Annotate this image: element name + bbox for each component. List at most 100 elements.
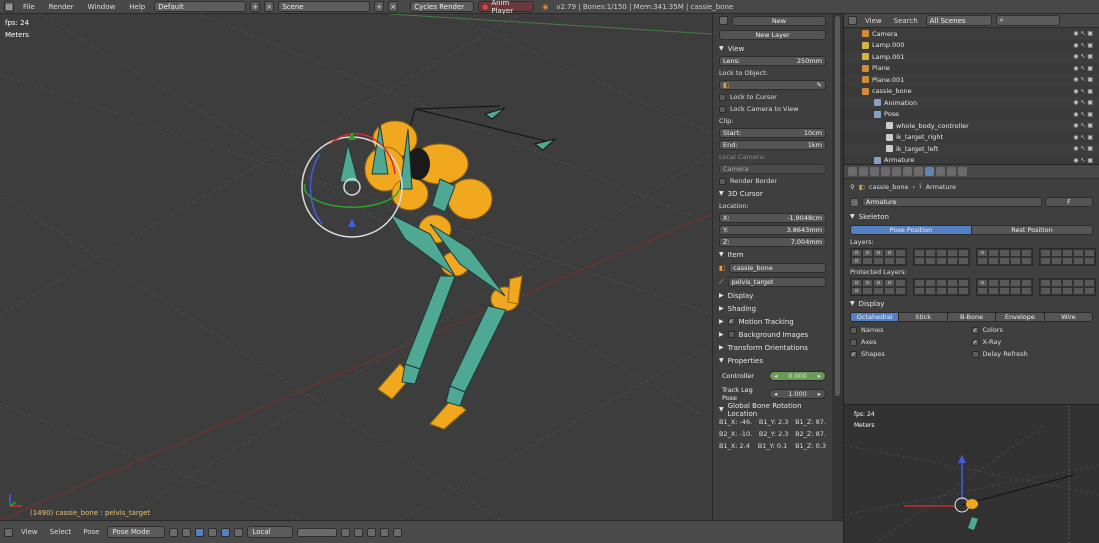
visibility-icon[interactable]: ◉ ↖ ▣ [1069, 42, 1093, 49]
layer-grid-mid[interactable] [913, 248, 970, 266]
layout-remove-icon[interactable]: × [264, 1, 275, 12]
display-panel-header[interactable]: ▶ Display [713, 289, 832, 302]
clip-end-field[interactable]: End: 1km [719, 140, 826, 150]
scene-tab-icon[interactable] [870, 167, 879, 176]
visibility-icon[interactable]: ◉ ↖ ▣ [1069, 99, 1093, 106]
visibility-icon[interactable]: ◉ ↖ ▣ [1069, 65, 1093, 72]
shading-icon[interactable] [169, 527, 179, 537]
visibility-icon[interactable]: ◉ ↖ ▣ [1069, 134, 1093, 141]
camera-preview-viewport[interactable]: fps: 24 Meters [843, 404, 1099, 543]
envelope-button[interactable]: Envelope [996, 313, 1045, 321]
axes-checkbox[interactable] [850, 338, 857, 346]
cursor-z-field[interactable]: Z: 7.004mm [719, 237, 826, 247]
rotate-icon[interactable] [221, 527, 231, 537]
visibility-icon[interactable]: ◉ ↖ ▣ [1069, 76, 1093, 83]
outliner-row[interactable]: ik_target_right ◉ ↖ ▣ [844, 132, 1099, 144]
visibility-icon[interactable]: ◉ ↖ ▣ [1069, 88, 1093, 95]
grease-pencil-icon[interactable] [719, 16, 728, 25]
stick-button[interactable]: Stick [899, 313, 948, 321]
visibility-icon[interactable]: ◉ ↖ ▣ [1069, 111, 1093, 118]
outliner-row[interactable]: Camera ◉ ↖ ▣ [844, 28, 1099, 40]
protected-grid-right-a[interactable]: o [976, 278, 1033, 296]
viewport-canvas[interactable] [0, 14, 712, 520]
cursor-x-field[interactable]: X: -1.9048cm [719, 213, 826, 223]
outliner-row[interactable]: Lamp.000 ◉ ↖ ▣ [844, 40, 1099, 52]
shapes-checkbox[interactable] [850, 350, 857, 358]
world-tab-icon[interactable] [881, 167, 890, 176]
anim-player-button[interactable]: ● Anim Player [478, 0, 535, 15]
layer-grid-right-b[interactable] [1039, 248, 1096, 266]
visibility-icon[interactable]: ◉ ↖ ▣ [1069, 122, 1093, 129]
pose-position-button[interactable]: Pose Position [851, 226, 972, 234]
outliner-row[interactable]: Lamp.001 ◉ ↖ ▣ [844, 51, 1099, 63]
protected-grid-mid[interactable] [913, 278, 970, 296]
layer-grid-left[interactable]: ooooo [850, 248, 907, 266]
layout-selector[interactable]: Default [154, 1, 247, 12]
lock-to-cursor-checkbox[interactable] [719, 93, 726, 101]
menu-view[interactable]: View [17, 528, 42, 536]
preview-canvas[interactable] [844, 405, 1099, 543]
outliner-search-input[interactable]: ⌕ [995, 15, 1060, 26]
new-button[interactable]: New [732, 15, 826, 26]
local-camera-field[interactable]: Camera [719, 164, 826, 174]
colors-checkbox[interactable] [971, 326, 979, 334]
proportional-icon[interactable] [367, 527, 377, 537]
manipulator-toggle-icon[interactable] [195, 527, 205, 537]
menu-window[interactable]: Window [83, 3, 121, 11]
pin-icon[interactable]: ⚲ [850, 183, 855, 191]
background-images-panel-header[interactable]: ▶ Background Images [713, 328, 832, 341]
lens-field[interactable]: Lens: 250mm [719, 56, 826, 66]
outliner-row[interactable]: whole_body_controller ◉ ↖ ▣ [844, 120, 1099, 132]
slider-left-icon[interactable]: ◂ [774, 372, 777, 380]
display-section-header[interactable]: ▼ Display [844, 297, 1099, 310]
menu-help[interactable]: Help [124, 3, 150, 11]
menu-render[interactable]: Render [44, 3, 79, 11]
bone-name-field[interactable]: pelvis_target [727, 277, 826, 287]
slider-right-icon[interactable]: ▸ [818, 390, 821, 398]
visibility-icon[interactable]: ◉ ↖ ▣ [1069, 157, 1093, 164]
outliner-view-menu[interactable]: View [861, 17, 886, 25]
names-checkbox[interactable] [850, 326, 857, 334]
scrollbar-thumb[interactable] [835, 16, 840, 396]
cursor-y-field[interactable]: Y: 3.8643mm [719, 225, 826, 235]
xray-checkbox[interactable] [971, 338, 979, 346]
outliner-row[interactable]: Plane ◉ ↖ ▣ [844, 63, 1099, 75]
octahedral-button[interactable]: Octahedral [851, 313, 900, 321]
gbr-panel-header[interactable]: ▼ Global Bone Rotation Location [713, 402, 832, 418]
render-engine-selector[interactable]: Cycles Render [410, 1, 475, 12]
scene-add-icon[interactable]: + [374, 1, 385, 12]
properties-panel-header[interactable]: ▼ Properties [713, 354, 832, 367]
bone-constraints-tab-icon[interactable] [947, 167, 956, 176]
visibility-icon[interactable]: ◉ ↖ ▣ [1069, 30, 1093, 37]
anim-render-icon[interactable] [393, 527, 403, 537]
delay-refresh-checkbox[interactable] [971, 350, 979, 358]
protected-grid-right-b[interactable] [1039, 278, 1096, 296]
lock-object-field[interactable]: ◧ ✎ [719, 80, 826, 90]
outliner-editor-icon[interactable] [848, 16, 857, 25]
3d-viewport[interactable]: fps: 24 Meters (1490) cassie_bone : pelv… [0, 14, 712, 520]
outliner-row[interactable]: cassie_bone ◉ ↖ ▣ [844, 86, 1099, 98]
item-panel-header[interactable]: ▼ Item [713, 248, 832, 261]
robot-mesh[interactable] [364, 120, 523, 430]
motion-tracking-panel-header[interactable]: ▶ Motion Tracking [713, 315, 832, 328]
constraints-tab-icon[interactable] [903, 167, 912, 176]
object-name-field[interactable]: cassie_bone [729, 263, 826, 273]
menu-pose[interactable]: Pose [79, 528, 103, 536]
object-tab-icon[interactable] [892, 167, 901, 176]
slider-left-icon[interactable]: ◂ [774, 390, 777, 398]
controller-slider[interactable]: ◂ 0.000 ▸ [769, 371, 826, 381]
menu-select[interactable]: Select [46, 528, 76, 536]
menu-file[interactable]: File [18, 3, 40, 11]
protected-grid-left[interactable]: ooooo [850, 278, 907, 296]
physics-tab-icon[interactable] [958, 167, 967, 176]
gizmo-z-handle[interactable] [348, 219, 356, 227]
new-layer-button[interactable]: New Layer [719, 29, 826, 40]
outliner-row[interactable]: Animation ◉ ↖ ▣ [844, 97, 1099, 109]
orientation-selector[interactable]: Local [247, 526, 294, 538]
layers-tab-icon[interactable] [859, 167, 868, 176]
layout-add-icon[interactable]: + [250, 1, 261, 12]
cursor-panel-header[interactable]: ▼ 3D Cursor [713, 187, 832, 200]
editor-type-icon-3d[interactable] [4, 527, 13, 537]
shading-panel-header[interactable]: ▶ Shading [713, 302, 832, 315]
lock-icon[interactable] [341, 527, 351, 537]
